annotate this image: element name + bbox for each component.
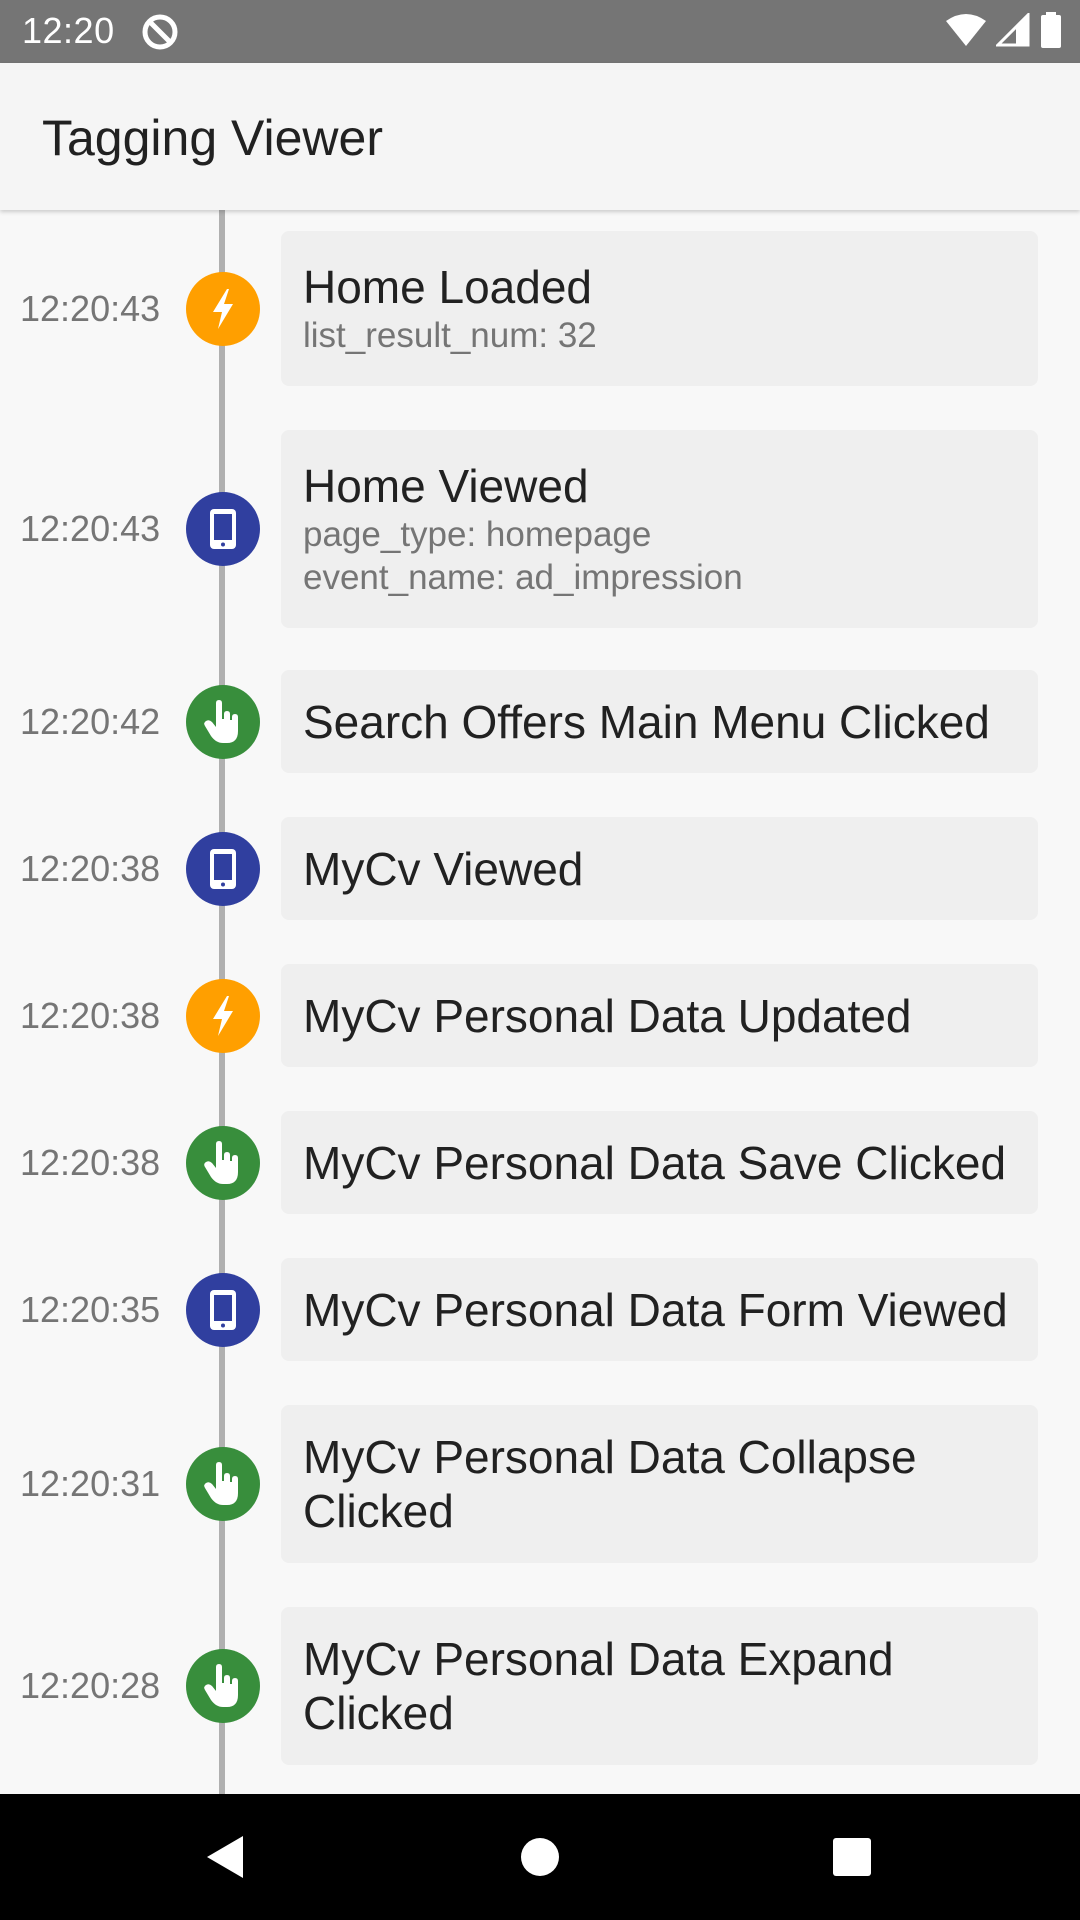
lightning-icon (186, 978, 260, 1053)
home-icon[interactable] (517, 1834, 563, 1880)
event-title: MyCv Personal Data Collapse Clicked (303, 1431, 917, 1537)
status-bar: 12:20 (0, 0, 1080, 63)
event-time: 12:20:38 (20, 994, 161, 1036)
event-title: MyCv Personal Data Form Viewed (303, 1283, 1008, 1336)
event-time: 12:20:28 (20, 1665, 161, 1706)
event-card[interactable]: MyCv Viewed (281, 817, 1038, 920)
event-card[interactable]: MyCv Personal Data Form Viewed (281, 1258, 1038, 1361)
event-title: MyCv Personal Data Expand Clicked (303, 1633, 894, 1739)
back-icon[interactable] (202, 1834, 248, 1880)
event-property: list_result_num: 32 (303, 316, 597, 355)
recents-icon[interactable] (829, 1834, 875, 1880)
event-time: 12:20:35 (20, 1288, 161, 1330)
event-card[interactable]: Home Loaded list_result_num: 32 (281, 231, 1038, 386)
event-time: 12:20:31 (20, 1463, 161, 1504)
status-time: 12:20 (22, 10, 115, 51)
event-title: Home Viewed (303, 460, 589, 512)
status-icons (946, 10, 1062, 53)
at-sign-icon (140, 12, 180, 52)
page-title: Tagging Viewer (42, 110, 383, 166)
event-time: 12:20:43 (20, 287, 161, 329)
event-card[interactable]: MyCv Personal Data Updated (281, 964, 1038, 1067)
wifi-icon (946, 13, 986, 52)
battery-icon (1040, 11, 1062, 53)
event-title: Search Offers Main Menu Clicked (303, 695, 990, 748)
app-bar: Tagging Viewer (0, 63, 1080, 210)
event-card[interactable]: MyCv Personal Data Expand Clicked (281, 1607, 1038, 1765)
event-time: 12:20:38 (20, 847, 161, 889)
event-time: 12:20:42 (20, 700, 161, 742)
lightning-icon (186, 271, 260, 346)
event-card[interactable]: MyCv Personal Data Save Clicked (281, 1111, 1038, 1214)
event-property: page_type: homepage (303, 515, 652, 554)
signal-icon (994, 10, 1030, 52)
touch-icon (186, 684, 260, 759)
event-card[interactable]: Home Viewed page_type: homepage event_name… (281, 430, 1038, 628)
touch-icon (186, 1125, 260, 1200)
event-title: MyCv Personal Data Save Clicked (303, 1136, 1007, 1189)
smartphone-icon (186, 492, 260, 566)
event-time: 12:20:38 (20, 1141, 161, 1183)
smartphone-icon (186, 831, 260, 906)
event-title: Home Loaded (303, 261, 592, 313)
event-card[interactable]: MyCv Personal Data Collapse Clicked (281, 1405, 1038, 1563)
navigation-bar (0, 1794, 1080, 1920)
event-timeline[interactable]: 12:20:43 Home Loaded list_result_num: 32 12… (0, 210, 1080, 1794)
event-title: MyCv Personal Data Updated (303, 989, 912, 1042)
touch-icon (186, 1649, 260, 1723)
event-property: event_name: ad_impression (303, 558, 743, 597)
event-card[interactable]: Search Offers Main Menu Clicked (281, 670, 1038, 773)
touch-icon (186, 1447, 260, 1521)
smartphone-icon (186, 1272, 260, 1347)
event-title: MyCv Viewed (303, 842, 584, 895)
event-time: 12:20:43 (20, 508, 161, 549)
